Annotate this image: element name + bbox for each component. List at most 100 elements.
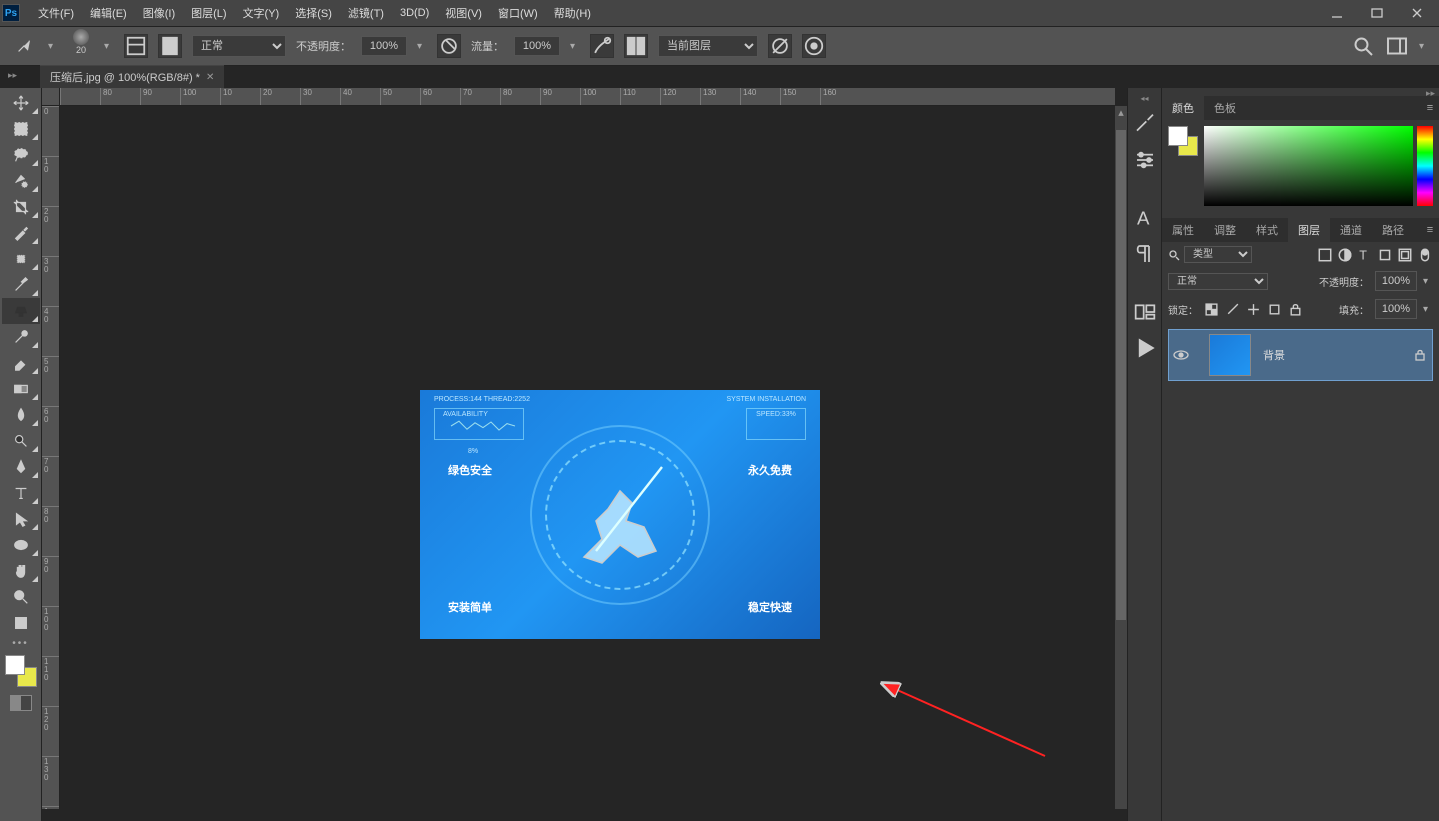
blend-mode-select[interactable]: 正常	[1168, 273, 1268, 290]
collapse-toggle-icon[interactable]: ◂◂	[1128, 94, 1161, 100]
layer-opacity-input[interactable]	[1375, 271, 1417, 291]
lock-transparency-icon[interactable]	[1204, 302, 1219, 317]
path-selection-tool[interactable]	[2, 506, 40, 532]
pressure-opacity-icon[interactable]	[437, 34, 461, 58]
airbrush-icon[interactable]	[590, 34, 614, 58]
panel-color-swatches[interactable]	[1168, 126, 1198, 156]
chevron-down-icon[interactable]: ▾	[417, 41, 427, 52]
lock-all-icon[interactable]	[1288, 302, 1303, 317]
vertical-scrollbar[interactable]: ▴	[1115, 106, 1127, 809]
layer-row[interactable]: 背景	[1168, 329, 1433, 381]
play-panel-icon[interactable]	[1133, 336, 1157, 360]
vertical-ruler[interactable]: 0102030405060708090100110120130140150160…	[42, 106, 60, 809]
tab-channels[interactable]: 通道	[1330, 218, 1372, 242]
edit-toolbar-icon[interactable]	[2, 610, 40, 636]
sample-select[interactable]: 当前图层	[658, 35, 758, 57]
minimize-button[interactable]	[1317, 0, 1357, 26]
menu-help[interactable]: 帮助(H)	[546, 1, 599, 25]
blur-tool[interactable]	[2, 402, 40, 428]
menu-edit[interactable]: 编辑(E)	[82, 1, 135, 25]
chevron-down-icon[interactable]: ▾	[1419, 41, 1429, 52]
fill-input[interactable]	[1375, 299, 1417, 319]
brush-settings-panel-icon[interactable]	[1133, 112, 1157, 136]
hue-slider[interactable]	[1417, 126, 1433, 206]
dodge-tool[interactable]	[2, 428, 40, 454]
brush-panel-toggle-icon[interactable]	[124, 34, 148, 58]
menu-3d[interactable]: 3D(D)	[392, 3, 437, 23]
adjustments-panel-icon[interactable]	[1133, 148, 1157, 172]
tab-styles[interactable]: 样式	[1246, 218, 1288, 242]
clone-stamp-tool[interactable]	[2, 298, 40, 324]
filter-adjustment-icon[interactable]	[1337, 247, 1353, 263]
close-icon[interactable]: ✕	[206, 72, 214, 83]
history-brush-tool[interactable]	[2, 324, 40, 350]
lock-pixels-icon[interactable]	[1225, 302, 1240, 317]
move-tool[interactable]	[2, 90, 40, 116]
foreground-color-swatch[interactable]	[5, 655, 25, 675]
color-swatches[interactable]	[5, 655, 37, 687]
alignment-icon[interactable]	[624, 34, 648, 58]
menu-view[interactable]: 视图(V)	[437, 1, 490, 25]
menu-select[interactable]: 选择(S)	[287, 1, 340, 25]
tab-swatches[interactable]: 色板	[1204, 96, 1246, 120]
character-panel-icon[interactable]: A	[1133, 206, 1157, 230]
tool-preset-icon[interactable]	[10, 35, 38, 57]
brush-settings-icon[interactable]	[158, 34, 182, 58]
type-tool[interactable]	[2, 480, 40, 506]
toolbar-more-icon[interactable]: •••	[0, 636, 41, 651]
fg-swatch[interactable]	[1168, 126, 1188, 146]
lasso-tool[interactable]	[2, 142, 40, 168]
color-field[interactable]	[1204, 126, 1413, 206]
brush-preview[interactable]: 20	[68, 29, 94, 63]
tab-properties[interactable]: 属性	[1162, 218, 1204, 242]
document-tab[interactable]: 压缩后.jpg @ 100%(RGB/8#) * ✕	[40, 65, 224, 88]
close-button[interactable]	[1397, 0, 1437, 26]
eyedropper-tool[interactable]	[2, 220, 40, 246]
shape-tool[interactable]	[2, 532, 40, 558]
menu-image[interactable]: 图像(I)	[135, 1, 183, 25]
filter-type-icon[interactable]: T	[1357, 247, 1373, 263]
tab-paths[interactable]: 路径	[1372, 218, 1414, 242]
maximize-button[interactable]	[1357, 0, 1397, 26]
lock-position-icon[interactable]	[1246, 302, 1261, 317]
menu-filter[interactable]: 滤镜(T)	[340, 1, 392, 25]
gradient-tool[interactable]	[2, 376, 40, 402]
crop-tool[interactable]	[2, 194, 40, 220]
tab-expand-icon[interactable]: ▸▸	[8, 70, 20, 81]
collapse-toggle-icon[interactable]: ▸▸	[1162, 88, 1439, 96]
opacity-input[interactable]	[361, 36, 407, 56]
chevron-down-icon[interactable]: ▾	[570, 41, 580, 52]
chevron-down-icon[interactable]: ▾	[1423, 276, 1433, 287]
marquee-tool[interactable]	[2, 116, 40, 142]
healing-brush-tool[interactable]	[2, 246, 40, 272]
flow-input[interactable]	[514, 36, 560, 56]
menu-window[interactable]: 窗口(W)	[490, 1, 546, 25]
filter-toggle-icon[interactable]	[1417, 247, 1433, 263]
menu-file[interactable]: 文件(F)	[30, 1, 82, 25]
horizontal-ruler[interactable]: 8090100102030405060708090100110120130140…	[60, 88, 1115, 106]
libraries-panel-icon[interactable]	[1133, 300, 1157, 324]
brush-tool[interactable]	[2, 272, 40, 298]
search-icon[interactable]	[1351, 34, 1375, 58]
pen-tool[interactable]	[2, 454, 40, 480]
filter-pixel-icon[interactable]	[1317, 247, 1333, 263]
ruler-origin[interactable]	[42, 88, 60, 106]
filter-smart-icon[interactable]	[1397, 247, 1413, 263]
visibility-toggle[interactable]	[1169, 349, 1193, 361]
chevron-down-icon[interactable]: ▾	[1423, 304, 1433, 315]
menu-type[interactable]: 文字(Y)	[235, 1, 288, 25]
layer-filter-kind[interactable]: 类型	[1184, 246, 1252, 263]
pressure-size-icon[interactable]	[802, 34, 826, 58]
tab-adjustments[interactable]: 调整	[1204, 218, 1246, 242]
lock-artboard-icon[interactable]	[1267, 302, 1282, 317]
panel-menu-icon[interactable]: ≡	[1421, 102, 1439, 114]
layer-name[interactable]: 背景	[1255, 347, 1408, 363]
quick-selection-tool[interactable]	[2, 168, 40, 194]
chevron-down-icon[interactable]: ▾	[48, 41, 58, 52]
quick-mask-toggle[interactable]	[10, 695, 32, 711]
eraser-tool[interactable]	[2, 350, 40, 376]
canvas-viewport[interactable]: PROCESS:144 THREAD:2252 AVAILABILITY 8% …	[60, 106, 1115, 809]
filter-shape-icon[interactable]	[1377, 247, 1393, 263]
menu-layer[interactable]: 图层(L)	[183, 1, 234, 25]
panel-menu-icon[interactable]: ≡	[1421, 224, 1439, 236]
